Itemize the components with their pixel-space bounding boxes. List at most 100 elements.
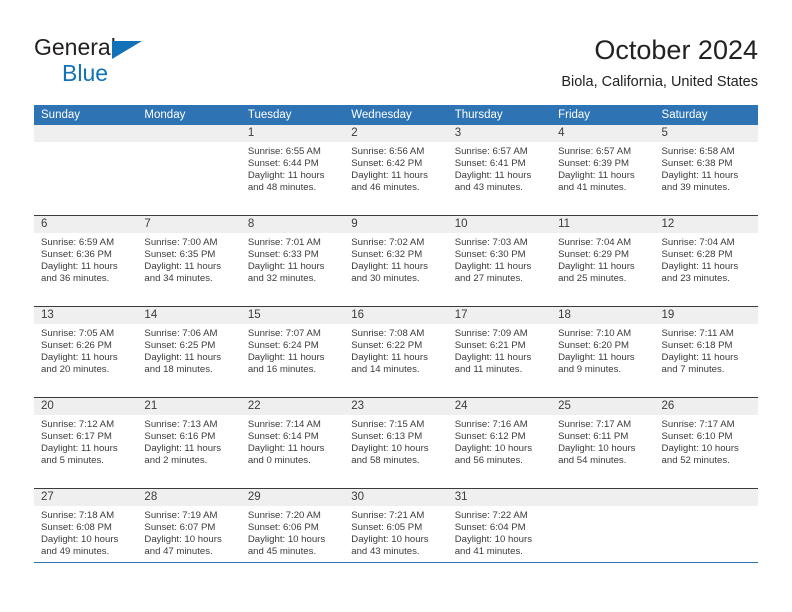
day-cell-inner: 26 Sunrise: 7:17 AM Sunset: 6:10 PM Dayligh… — [654, 398, 758, 488]
day-details: Sunrise: 7:20 AM Sunset: 6:06 PM Daylight:… — [241, 506, 344, 558]
day-details: Sunrise: 7:13 AM Sunset: 6:16 PM Daylight:… — [137, 415, 240, 467]
day-details: Sunrise: 7:06 AM Sunset: 6:25 PM Daylight:… — [137, 324, 240, 376]
sunset-time: Sunset: 6:13 PM — [351, 430, 423, 442]
day-cell-inner: 1 Sunrise: 6:55 AM Sunset: 6:44 PM Daylight… — [240, 125, 345, 215]
day-number: 14 — [137, 307, 241, 324]
calendar-day-cell[interactable]: 21 Sunrise: 7:13 AM Sunset: 6:16 PM Dayligh… — [137, 397, 241, 489]
calendar-day-cell[interactable]: 9 Sunrise: 7:02 AM Sunset: 6:32 PM Daylight… — [344, 215, 448, 307]
calendar-day-cell[interactable]: 8 Sunrise: 7:01 AM Sunset: 6:33 PM Daylight… — [240, 215, 345, 307]
calendar-day-cell[interactable]: 7 Sunrise: 7:00 AM Sunset: 6:35 PM Daylight… — [137, 215, 241, 307]
calendar-day-cell[interactable]: 25 Sunrise: 7:17 AM Sunset: 6:11 PM Dayligh… — [551, 397, 655, 489]
day-cell-inner: 25 Sunrise: 7:17 AM Sunset: 6:11 PM Dayligh… — [551, 398, 655, 488]
sunrise-time: Sunrise: 6:57 AM — [558, 146, 632, 157]
calendar-day-cell[interactable]: 29 Sunrise: 7:20 AM Sunset: 6:06 PM Dayligh… — [240, 488, 345, 579]
day-number: 26 — [654, 398, 758, 415]
calendar-empty-cell — [551, 488, 655, 579]
daylight-duration-line2: and 5 minutes. — [41, 454, 104, 466]
sunrise-time: Sunrise: 7:22 AM — [454, 510, 528, 521]
daylight-duration-line1: Daylight: 11 hours — [41, 260, 118, 272]
sunset-time: Sunset: 6:06 PM — [247, 521, 319, 533]
sunset-time: Sunset: 6:44 PM — [247, 157, 319, 169]
calendar-empty-cell — [34, 125, 138, 216]
calendar-day-cell[interactable]: 27 Sunrise: 7:18 AM Sunset: 6:08 PM Dayligh… — [34, 488, 138, 579]
day-cell-inner: 27 Sunrise: 7:18 AM Sunset: 6:08 PM Dayligh… — [34, 489, 138, 579]
calendar-day-cell[interactable]: 24 Sunrise: 7:16 AM Sunset: 6:12 PM Dayligh… — [447, 397, 552, 489]
daylight-duration-line1: Daylight: 11 hours — [661, 169, 739, 181]
calendar-day-cell[interactable]: 4 Sunrise: 6:57 AM Sunset: 6:39 PM Daylight… — [551, 125, 655, 216]
day-details: Sunrise: 7:15 AM Sunset: 6:13 PM Daylight:… — [344, 415, 447, 467]
daylight-duration-line1: Daylight: 11 hours — [144, 260, 222, 272]
calendar-day-cell[interactable]: 17 Sunrise: 7:09 AM Sunset: 6:21 PM Dayligh… — [447, 306, 552, 398]
day-number — [654, 489, 758, 506]
calendar-day-cell[interactable]: 5 Sunrise: 6:58 AM Sunset: 6:38 PM Daylight… — [654, 125, 758, 216]
day-details: Sunrise: 7:03 AM Sunset: 6:30 PM Daylight:… — [448, 233, 551, 285]
general-blue-logo[interactable]: General Blue — [34, 34, 254, 90]
daylight-duration-line2: and 58 minutes. — [351, 454, 420, 466]
calendar-day-cell[interactable]: 28 Sunrise: 7:19 AM Sunset: 6:07 PM Dayligh… — [137, 488, 241, 579]
sunrise-time: Sunrise: 7:05 AM — [41, 328, 115, 339]
sunset-time: Sunset: 6:16 PM — [144, 430, 216, 442]
calendar-day-cell[interactable]: 31 Sunrise: 7:22 AM Sunset: 6:04 PM Dayligh… — [447, 488, 552, 579]
page-subtitle: Biola, California, United States — [561, 74, 758, 90]
day-number: 3 — [447, 125, 552, 142]
calendar-day-cell[interactable]: 2 Sunrise: 6:56 AM Sunset: 6:42 PM Daylight… — [344, 125, 448, 216]
day-cell-inner: 11 Sunrise: 7:04 AM Sunset: 6:29 PM Dayligh… — [551, 216, 655, 306]
calendar-day-cell[interactable]: 18 Sunrise: 7:10 AM Sunset: 6:20 PM Dayligh… — [551, 306, 655, 398]
day-cell-inner: 3 Sunrise: 6:57 AM Sunset: 6:41 PM Daylight… — [447, 125, 552, 215]
day-number: 10 — [447, 216, 552, 233]
calendar-day-cell[interactable]: 26 Sunrise: 7:17 AM Sunset: 6:10 PM Dayligh… — [654, 397, 758, 489]
calendar-day-cell[interactable]: 16 Sunrise: 7:08 AM Sunset: 6:22 PM Dayligh… — [344, 306, 448, 398]
day-details: Sunrise: 6:57 AM Sunset: 6:39 PM Daylight:… — [551, 142, 654, 194]
daylight-duration-line2: and 45 minutes. — [247, 545, 317, 557]
daylight-duration-line2: and 41 minutes. — [454, 545, 523, 557]
day-cell-inner: 19 Sunrise: 7:11 AM Sunset: 6:18 PM Dayligh… — [654, 307, 758, 397]
day-number: 2 — [344, 125, 448, 142]
day-cell-inner: 18 Sunrise: 7:10 AM Sunset: 6:20 PM Dayligh… — [551, 307, 655, 397]
sunrise-sunset-calendar: Sunday Monday Tuesday Wednesday Thursday… — [34, 105, 758, 579]
sunrise-time: Sunrise: 7:12 AM — [41, 419, 115, 430]
day-number: 27 — [34, 489, 138, 506]
calendar-day-cell[interactable]: 10 Sunrise: 7:03 AM Sunset: 6:30 PM Dayligh… — [447, 215, 552, 307]
sunset-time: Sunset: 6:12 PM — [454, 430, 526, 442]
day-number: 16 — [344, 307, 448, 324]
sunset-time: Sunset: 6:04 PM — [454, 521, 526, 533]
day-number: 25 — [551, 398, 655, 415]
day-details: Sunrise: 7:10 AM Sunset: 6:20 PM Daylight:… — [551, 324, 654, 376]
calendar-day-cell[interactable]: 3 Sunrise: 6:57 AM Sunset: 6:41 PM Daylight… — [447, 125, 552, 216]
day-details: Sunrise: 7:18 AM Sunset: 6:08 PM Daylight:… — [34, 506, 137, 558]
calendar-week-row: 27 Sunrise: 7:18 AM Sunset: 6:08 PM Dayligh… — [34, 488, 758, 579]
calendar-day-cell[interactable]: 1 Sunrise: 6:55 AM Sunset: 6:44 PM Daylight… — [240, 125, 345, 216]
calendar-week-row: 6 Sunrise: 6:59 AM Sunset: 6:36 PM Daylight… — [34, 215, 758, 307]
sunrise-time: Sunrise: 7:17 AM — [558, 419, 632, 430]
sunrise-time: Sunrise: 7:02 AM — [351, 237, 425, 248]
sunset-time: Sunset: 6:05 PM — [351, 521, 423, 533]
calendar-day-cell[interactable]: 14 Sunrise: 7:06 AM Sunset: 6:25 PM Dayligh… — [137, 306, 241, 398]
sunset-time: Sunset: 6:26 PM — [41, 339, 112, 351]
calendar-day-cell[interactable]: 13 Sunrise: 7:05 AM Sunset: 6:26 PM Dayligh… — [34, 306, 138, 398]
calendar-day-cell[interactable]: 23 Sunrise: 7:15 AM Sunset: 6:13 PM Dayligh… — [344, 397, 448, 489]
calendar-day-cell[interactable]: 15 Sunrise: 7:07 AM Sunset: 6:24 PM Dayligh… — [240, 306, 345, 398]
day-details: Sunrise: 7:04 AM Sunset: 6:28 PM Daylight:… — [655, 233, 758, 285]
day-details: Sunrise: 6:58 AM Sunset: 6:38 PM Daylight:… — [655, 142, 758, 194]
day-number: 19 — [654, 307, 758, 324]
calendar-day-cell[interactable]: 12 Sunrise: 7:04 AM Sunset: 6:28 PM Dayligh… — [654, 215, 758, 307]
calendar-day-cell[interactable]: 19 Sunrise: 7:11 AM Sunset: 6:18 PM Dayligh… — [654, 306, 758, 398]
day-cell-inner: 4 Sunrise: 6:57 AM Sunset: 6:39 PM Daylight… — [551, 125, 655, 215]
daylight-duration-line1: Daylight: 10 hours — [351, 442, 429, 454]
day-details: Sunrise: 6:59 AM Sunset: 6:36 PM Daylight:… — [34, 233, 137, 285]
calendar-day-cell[interactable]: 20 Sunrise: 7:12 AM Sunset: 6:17 PM Dayligh… — [34, 397, 138, 489]
calendar-day-cell[interactable]: 22 Sunrise: 7:14 AM Sunset: 6:14 PM Dayligh… — [240, 397, 345, 489]
weekday-header-thursday: Thursday — [447, 105, 552, 125]
calendar-day-cell[interactable]: 6 Sunrise: 6:59 AM Sunset: 6:36 PM Daylight… — [34, 215, 138, 307]
day-number: 4 — [551, 125, 655, 142]
sunset-time: Sunset: 6:35 PM — [144, 248, 216, 260]
sunset-time: Sunset: 6:24 PM — [247, 339, 319, 351]
daylight-duration-line2: and 48 minutes. — [247, 181, 317, 193]
daylight-duration-line2: and 25 minutes. — [558, 272, 627, 284]
day-cell-inner: 21 Sunrise: 7:13 AM Sunset: 6:16 PM Dayligh… — [137, 398, 241, 488]
day-details: Sunrise: 7:09 AM Sunset: 6:21 PM Daylight:… — [448, 324, 551, 376]
calendar-empty-cell — [654, 488, 758, 579]
calendar-day-cell[interactable]: 30 Sunrise: 7:21 AM Sunset: 6:05 PM Dayligh… — [344, 488, 448, 579]
calendar-day-cell[interactable]: 11 Sunrise: 7:04 AM Sunset: 6:29 PM Dayligh… — [551, 215, 655, 307]
day-number: 5 — [654, 125, 758, 142]
